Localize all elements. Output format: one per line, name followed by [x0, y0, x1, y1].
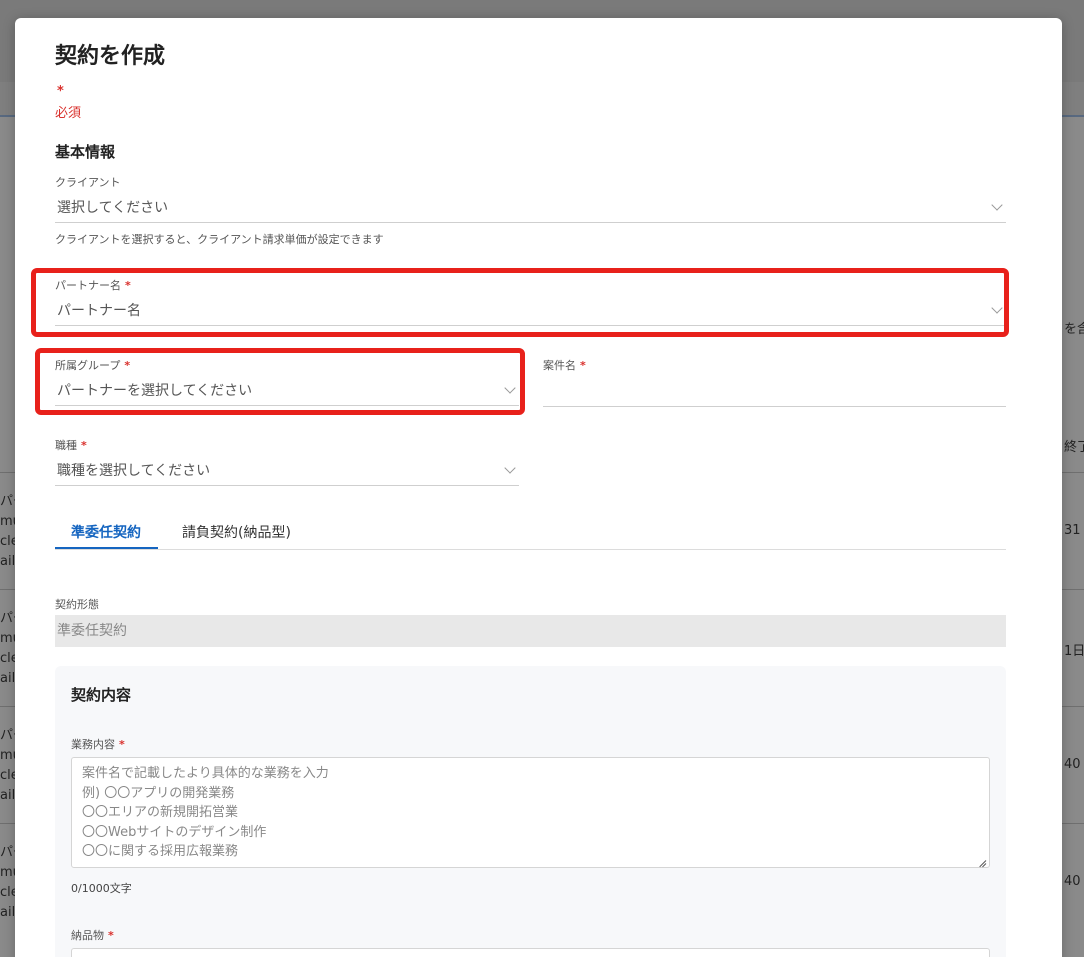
client-label: クライアント [55, 174, 121, 190]
background-text: 31 [1064, 523, 1081, 538]
tab-contract-delivery[interactable]: 請負契約(納品型) [182, 522, 291, 542]
placeholder-line: 案件名で記載したより具体的な業務を入力 [82, 766, 329, 781]
section-basic-info: 基本情報 [55, 143, 116, 161]
background-text: mu [0, 514, 15, 529]
create-contract-dialog: 契約を作成 * 必須 基本情報 クライアント 選択してください クライアントを選… [15, 18, 1062, 957]
background-text: mu [0, 748, 15, 763]
deliverable-label-text: 納品物 [71, 929, 104, 942]
client-helper-text: クライアントを選択すると、クライアント請求単価が設定できます [55, 233, 384, 246]
contract-content-card: 契約内容 業務内容 * 案件名で記載したより具体的な業務を入力 例) 〇〇アプリの… [55, 666, 1006, 957]
background-text: 終了 [1064, 440, 1084, 455]
chevron-down-icon [992, 201, 1002, 211]
dialog-title: 契約を作成 [55, 44, 166, 69]
background-text: を含 [1064, 322, 1084, 337]
deliverable-input[interactable] [71, 948, 990, 957]
chevron-down-icon [505, 464, 515, 474]
placeholder-line: 〇〇に関する採用広報業務 [82, 844, 239, 859]
background-text: ail. [0, 905, 15, 920]
background-text: パー [0, 494, 15, 509]
contract-content-title: 契約内容 [71, 686, 132, 704]
job-type-label-text: 職種 [55, 439, 77, 452]
background-text: cle [0, 651, 15, 666]
client-label-text: クライアント [55, 176, 121, 189]
background-text: ail. [0, 788, 15, 803]
active-tab-indicator [55, 547, 158, 549]
background-text: 1日 [1064, 644, 1084, 659]
work-content-label: 業務内容 * [71, 736, 125, 752]
placeholder-line: 〇〇Webサイトのデザイン制作 [82, 824, 267, 840]
background-row-divider [1062, 823, 1084, 824]
highlight-partner-field [31, 268, 1009, 337]
background-text: cle [0, 885, 15, 900]
background-text: mu [0, 631, 15, 646]
project-name-label: 案件名 * [543, 357, 586, 373]
background-text: 40 [1064, 874, 1081, 889]
placeholder-line: 例) 〇〇アプリの開発業務 [82, 785, 235, 801]
required-star: * [81, 439, 87, 452]
work-content-label-text: 業務内容 [71, 738, 115, 751]
background-row-divider [1062, 589, 1084, 590]
client-select[interactable]: 選択してください [55, 193, 1006, 223]
background-text: cle [0, 768, 15, 783]
background-text: パー [0, 845, 15, 860]
background-text: cle [0, 534, 15, 549]
project-name-label-text: 案件名 [543, 359, 576, 372]
background-text: パー [0, 611, 15, 626]
background-text: mu [0, 865, 15, 880]
required-star: * [57, 84, 64, 99]
background-text: パー [0, 728, 15, 743]
required-star: * [119, 738, 125, 751]
project-name-input[interactable] [543, 381, 1006, 407]
deliverable-label: 納品物 * [71, 927, 114, 943]
placeholder-line: 〇〇エリアの新規開拓営業 [82, 805, 239, 820]
background-text: ail. [0, 671, 15, 686]
contract-form-value: 準委任契約 [55, 615, 1006, 647]
required-star: * [580, 359, 586, 372]
background-row-divider [1062, 472, 1084, 473]
background-row-divider [0, 706, 15, 707]
background-row-divider [0, 472, 15, 473]
background-text: ail. [0, 554, 15, 569]
job-type-select[interactable]: 職種を選択してください [55, 456, 519, 486]
client-select-value: 選択してください [57, 200, 169, 216]
required-star: * [108, 929, 114, 942]
background-text: 40 [1064, 757, 1081, 772]
contract-form-label: 契約形態 [55, 598, 99, 611]
job-type-label: 職種 * [55, 437, 87, 453]
background-row-divider [0, 823, 15, 824]
required-note: 必須 [55, 106, 82, 121]
tab-quasi-mandate[interactable]: 準委任契約 [71, 522, 141, 542]
background-row-divider [1062, 706, 1084, 707]
work-content-textarea[interactable]: 案件名で記載したより具体的な業務を入力 例) 〇〇アプリの開発業務 〇〇エリアの… [71, 757, 990, 868]
resize-handle-icon[interactable] [977, 855, 987, 865]
character-counter: 0/1000文字 [71, 882, 132, 895]
contract-type-tabs: 準委任契約 請負契約(納品型) [55, 516, 1006, 550]
background-row-divider [0, 589, 15, 590]
job-type-select-value: 職種を選択してください [57, 463, 211, 479]
highlight-group-field [35, 348, 525, 415]
